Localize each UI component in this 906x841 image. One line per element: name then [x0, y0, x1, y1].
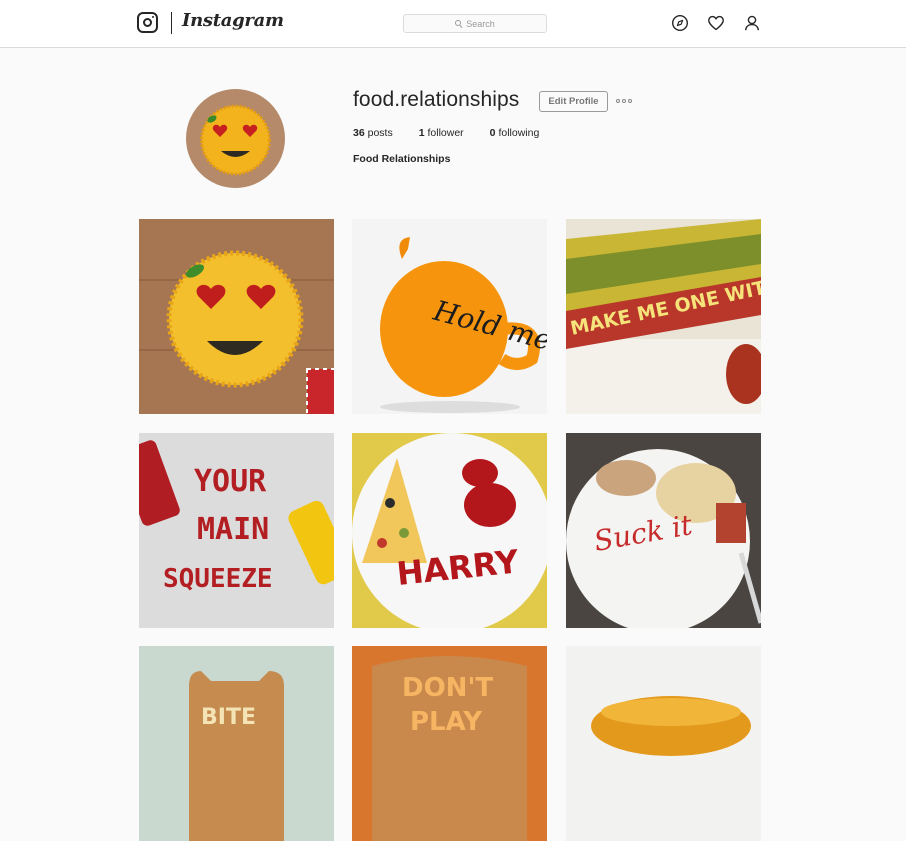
- person-icon[interactable]: [743, 14, 761, 32]
- following-count: 0: [489, 127, 496, 139]
- post-text-line: MAIN: [197, 512, 269, 547]
- post-thumbnail[interactable]: [139, 219, 334, 414]
- instagram-wordmark[interactable]: Instagram: [182, 10, 284, 31]
- instagram-logo-icon[interactable]: [137, 12, 158, 33]
- heart-icon[interactable]: [707, 14, 725, 32]
- post-thumbnail[interactable]: Hold me: [352, 219, 547, 414]
- edit-profile-button[interactable]: Edit Profile: [539, 91, 608, 112]
- post-thumbnail[interactable]: DON'T PLAY: [352, 646, 547, 841]
- post-thumbnail[interactable]: [566, 646, 761, 841]
- following-label: following: [498, 127, 540, 139]
- posts-count: 36: [353, 127, 365, 139]
- profile-stats: 36 posts 1 follower 0 following: [353, 127, 565, 139]
- logo-divider: [171, 12, 172, 34]
- post-thumbnail[interactable]: HARRY: [352, 433, 547, 628]
- post-text-line: DON'T: [402, 673, 493, 703]
- post-thumbnail[interactable]: Suck it: [566, 433, 761, 628]
- search-input[interactable]: Search: [403, 14, 547, 33]
- more-options-icon[interactable]: [616, 96, 636, 106]
- following-stat[interactable]: 0 following: [490, 127, 540, 139]
- followers-stat[interactable]: 1 follower: [419, 127, 464, 139]
- post-thumbnail[interactable]: YOUR MAIN SQUEEZE: [139, 433, 334, 628]
- followers-count: 1: [418, 127, 425, 139]
- post-text-line: PLAY: [410, 707, 483, 737]
- posts-label: posts: [367, 127, 393, 139]
- post-text-line: SQUEEZE: [163, 564, 273, 594]
- search-placeholder: Search: [466, 18, 495, 29]
- top-nav: Instagram Search: [0, 0, 906, 48]
- profile-full-name: Food Relationships: [353, 153, 451, 165]
- post-thumbnail[interactable]: MAKE ME ONE WITH: [566, 219, 761, 414]
- compass-icon[interactable]: [671, 14, 689, 32]
- followers-label: follower: [427, 127, 464, 139]
- profile-username: food.relationships: [353, 88, 520, 111]
- profile-avatar[interactable]: [186, 89, 285, 188]
- posts-stat: 36 posts: [353, 127, 393, 139]
- post-text-line: YOUR: [194, 464, 267, 499]
- search-icon: [455, 20, 463, 28]
- post-thumbnail[interactable]: BITE: [139, 646, 334, 841]
